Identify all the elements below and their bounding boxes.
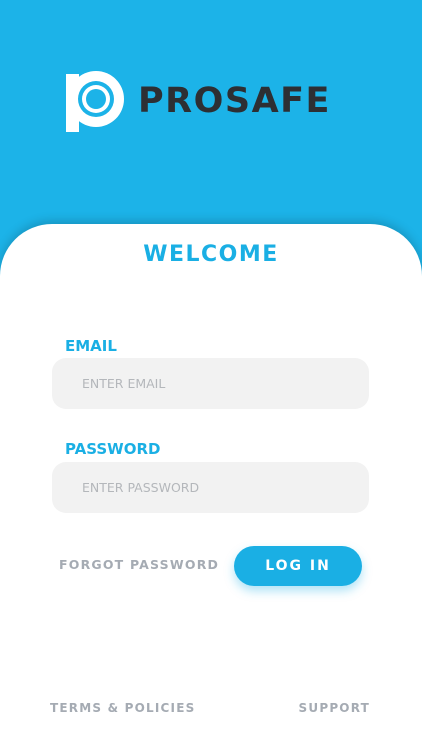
email-label: EMAIL bbox=[65, 337, 117, 355]
brand-logo: PROSAFE bbox=[64, 70, 374, 134]
password-field[interactable] bbox=[52, 462, 369, 513]
password-label: PASSWORD bbox=[65, 440, 161, 458]
login-card: WELCOME EMAIL PASSWORD FORGOT PASSWORD L… bbox=[0, 224, 422, 750]
brand-name: PROSAFE bbox=[138, 81, 331, 121]
header-banner: PROSAFE bbox=[0, 0, 422, 240]
prosafe-p-mark-icon bbox=[66, 71, 124, 132]
email-field[interactable] bbox=[52, 358, 369, 409]
terms-policies-link[interactable]: TERMS & POLICIES bbox=[50, 699, 195, 717]
login-button[interactable]: LOG IN bbox=[234, 546, 362, 586]
support-link[interactable]: SUPPORT bbox=[299, 699, 370, 717]
forgot-password-link[interactable]: FORGOT PASSWORD bbox=[59, 556, 219, 574]
welcome-heading: WELCOME bbox=[143, 242, 279, 267]
